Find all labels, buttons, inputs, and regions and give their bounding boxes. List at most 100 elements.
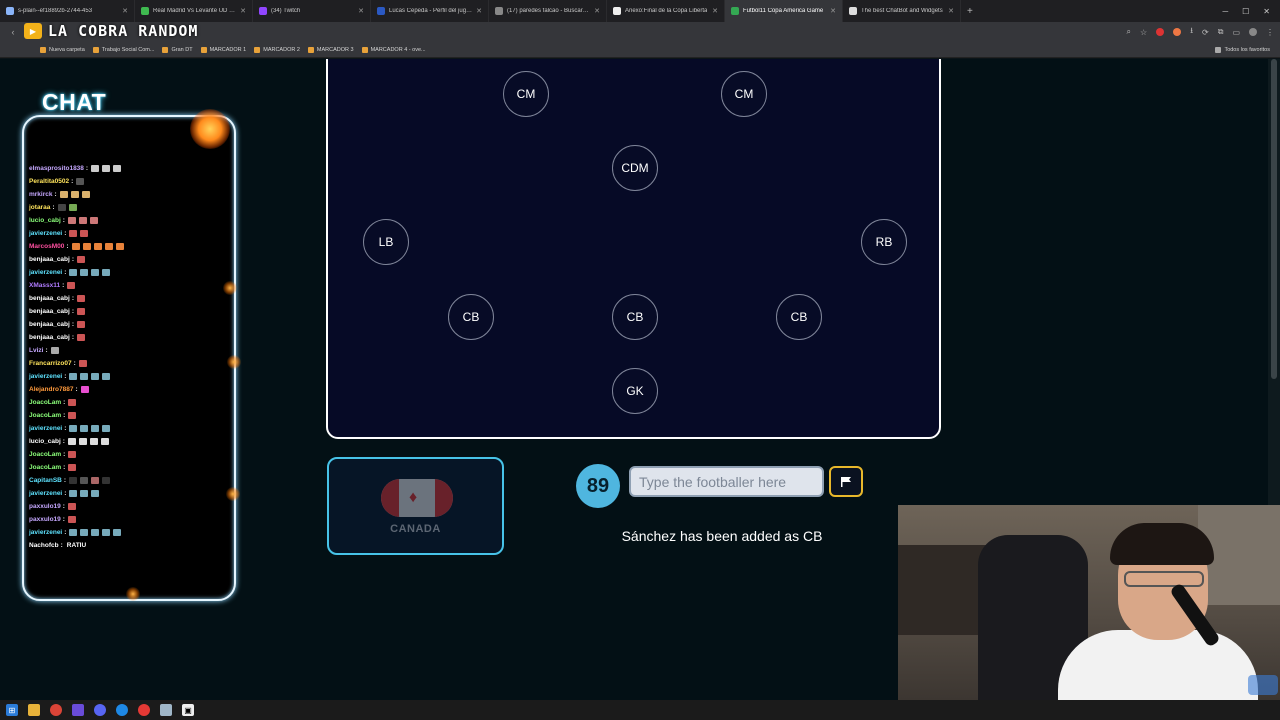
chat-message: benjaaa_cabj:: [29, 331, 229, 344]
chat-separator: :: [63, 399, 66, 406]
bookmark-item[interactable]: Nueva carpeta: [40, 46, 85, 53]
position-slot[interactable]: CM: [503, 71, 549, 117]
profile-avatar[interactable]: [1249, 28, 1257, 36]
tab-title: (34) Twitch: [271, 8, 301, 14]
chat-emote-icon: [76, 178, 85, 185]
chat-emote-icon: [78, 438, 87, 445]
chat-emote-icon: [68, 399, 77, 406]
position-slot[interactable]: CB: [612, 294, 658, 340]
zoom-icon[interactable]: ⌕: [1127, 27, 1131, 37]
extension-icon[interactable]: [1173, 28, 1182, 36]
chat-emote-icon: [91, 373, 100, 380]
chat-message: Alejandro7887:: [29, 383, 229, 396]
start-icon[interactable]: ⊞: [6, 704, 18, 716]
browser-tab[interactable]: (34) Twitch ✕: [253, 0, 371, 22]
tab-close-icon[interactable]: ✕: [830, 7, 836, 15]
give-up-button[interactable]: [829, 466, 863, 497]
browser-tab[interactable]: Futbol11 Copa America Game ✕: [725, 0, 843, 22]
chat-separator: :: [71, 321, 74, 328]
chat-message: paxxulo19:: [29, 500, 229, 513]
toolbar-right: ⌕ ☆ ⭳ ⟳ ⧉ ▭ ⋮: [1127, 25, 1274, 39]
browser-tab[interactable]: (17) paredes falcao - Buscar / X ✕: [489, 0, 607, 22]
chat-separator: :: [64, 490, 67, 497]
bookmark-icon: [92, 46, 99, 53]
tab-close-icon[interactable]: ✕: [948, 7, 954, 15]
chat-username: XMassx11: [29, 282, 61, 289]
chat-username: jotaraa: [29, 204, 51, 211]
position-slot[interactable]: CB: [448, 294, 494, 340]
extensions-puzzle-icon[interactable]: ⧉: [1218, 27, 1224, 37]
bookmark-item[interactable]: MARCADOR 2: [254, 46, 300, 53]
chat-emote-icon: [78, 360, 87, 367]
window-controls: ─ ☐ ✕: [1222, 7, 1280, 16]
bookmark-label: MARCADOR 2: [263, 46, 300, 53]
chat-emote-icon: [80, 373, 89, 380]
all-bookmarks-folder[interactable]: Todos los favoritos: [1215, 46, 1270, 53]
app-icon[interactable]: [160, 704, 172, 716]
chat-separator: :: [54, 191, 57, 198]
chat-emote-icon: [77, 321, 85, 328]
close-icon[interactable]: ✕: [1263, 7, 1270, 16]
position-slot[interactable]: LB: [363, 219, 409, 265]
bookmark-label: Trabajo Social Com...: [101, 46, 155, 53]
tab-close-icon[interactable]: ✕: [594, 7, 600, 15]
webcam-feed: [898, 505, 1280, 700]
discord-icon[interactable]: [94, 704, 106, 716]
browser-icon[interactable]: [116, 704, 128, 716]
position-slot[interactable]: CDM: [612, 145, 658, 191]
sidebar-icon[interactable]: ▭: [1232, 28, 1240, 37]
folder-icon: [1215, 46, 1222, 53]
chat-emote-icon: [68, 204, 77, 211]
position-slot[interactable]: GK: [612, 368, 658, 414]
tab-close-icon[interactable]: ✕: [358, 7, 364, 15]
bookmark-item[interactable]: MARCADOR 4 - ove...: [361, 46, 426, 53]
browser-tab[interactable]: The best ChatBot and Widgets ✕: [843, 0, 961, 22]
position-slot[interactable]: CM: [721, 71, 767, 117]
country-card: ♦ CANADA: [327, 457, 504, 555]
menu-icon[interactable]: ⋮: [1266, 28, 1274, 37]
chat-username: javierzenei: [29, 529, 63, 536]
chat-separator: :: [64, 373, 67, 380]
chat-message: javierzenei:: [29, 422, 229, 435]
chat-separator: :: [60, 542, 63, 549]
download-icon[interactable]: ⭳: [1190, 25, 1193, 39]
reload-icon[interactable]: ⟳: [1202, 28, 1209, 37]
tab-close-icon[interactable]: ✕: [122, 7, 128, 15]
browser-tab[interactable]: Real Madrid Vs Levante UD - Al ✕: [135, 0, 253, 22]
browser-tab[interactable]: Anexo:Final de la Copa Liberta ✕: [607, 0, 725, 22]
chat-message: JoacoLam:: [29, 448, 229, 461]
tab-close-icon[interactable]: ✕: [712, 7, 718, 15]
footballer-input[interactable]: [629, 466, 824, 497]
bookmark-item[interactable]: MARCADOR 1: [200, 46, 247, 53]
chrome-icon[interactable]: [50, 704, 62, 716]
app-icon[interactable]: ▣: [182, 704, 194, 716]
scrollbar-thumb[interactable]: [1271, 59, 1277, 379]
bookmark-label: MARCADOR 1: [209, 46, 247, 53]
chat-emote-icon: [67, 438, 76, 445]
extension-icon[interactable]: [1156, 28, 1165, 36]
back-icon[interactable]: ‹: [6, 27, 20, 37]
tab-close-icon[interactable]: ✕: [240, 7, 246, 15]
obs-icon[interactable]: [138, 704, 150, 716]
browser-tab[interactable]: s-plain--ef18892b-2744-453 ✕: [0, 0, 135, 22]
file-explorer-icon[interactable]: [28, 704, 40, 716]
app-icon[interactable]: [72, 704, 84, 716]
chat-emote-icon: [70, 191, 79, 198]
chat-username: JoacoLam: [29, 451, 62, 458]
position-slot[interactable]: RB: [861, 219, 907, 265]
tab-favicon-icon: [613, 7, 621, 15]
maximize-icon[interactable]: ☐: [1242, 7, 1249, 16]
bookmark-item[interactable]: MARCADOR 3: [307, 46, 354, 53]
new-tab-button[interactable]: +: [961, 6, 979, 17]
position-slot[interactable]: CB: [776, 294, 822, 340]
chat-separator: :: [71, 256, 74, 263]
bookmark-star-icon[interactable]: ☆: [1140, 28, 1147, 37]
bookmark-item[interactable]: Gran DT: [162, 46, 193, 53]
bookmark-item[interactable]: Trabajo Social Com...: [92, 46, 155, 53]
chat-message: Peraltita0502:: [29, 175, 229, 188]
stream-brand-text: LA COBRA RANDOM: [48, 22, 199, 40]
minimize-icon[interactable]: ─: [1222, 7, 1228, 16]
browser-tab[interactable]: Lucas Cepeda - Perfil del jugad ✕: [371, 0, 489, 22]
tab-close-icon[interactable]: ✕: [476, 7, 482, 15]
chat-separator: :: [71, 178, 74, 185]
